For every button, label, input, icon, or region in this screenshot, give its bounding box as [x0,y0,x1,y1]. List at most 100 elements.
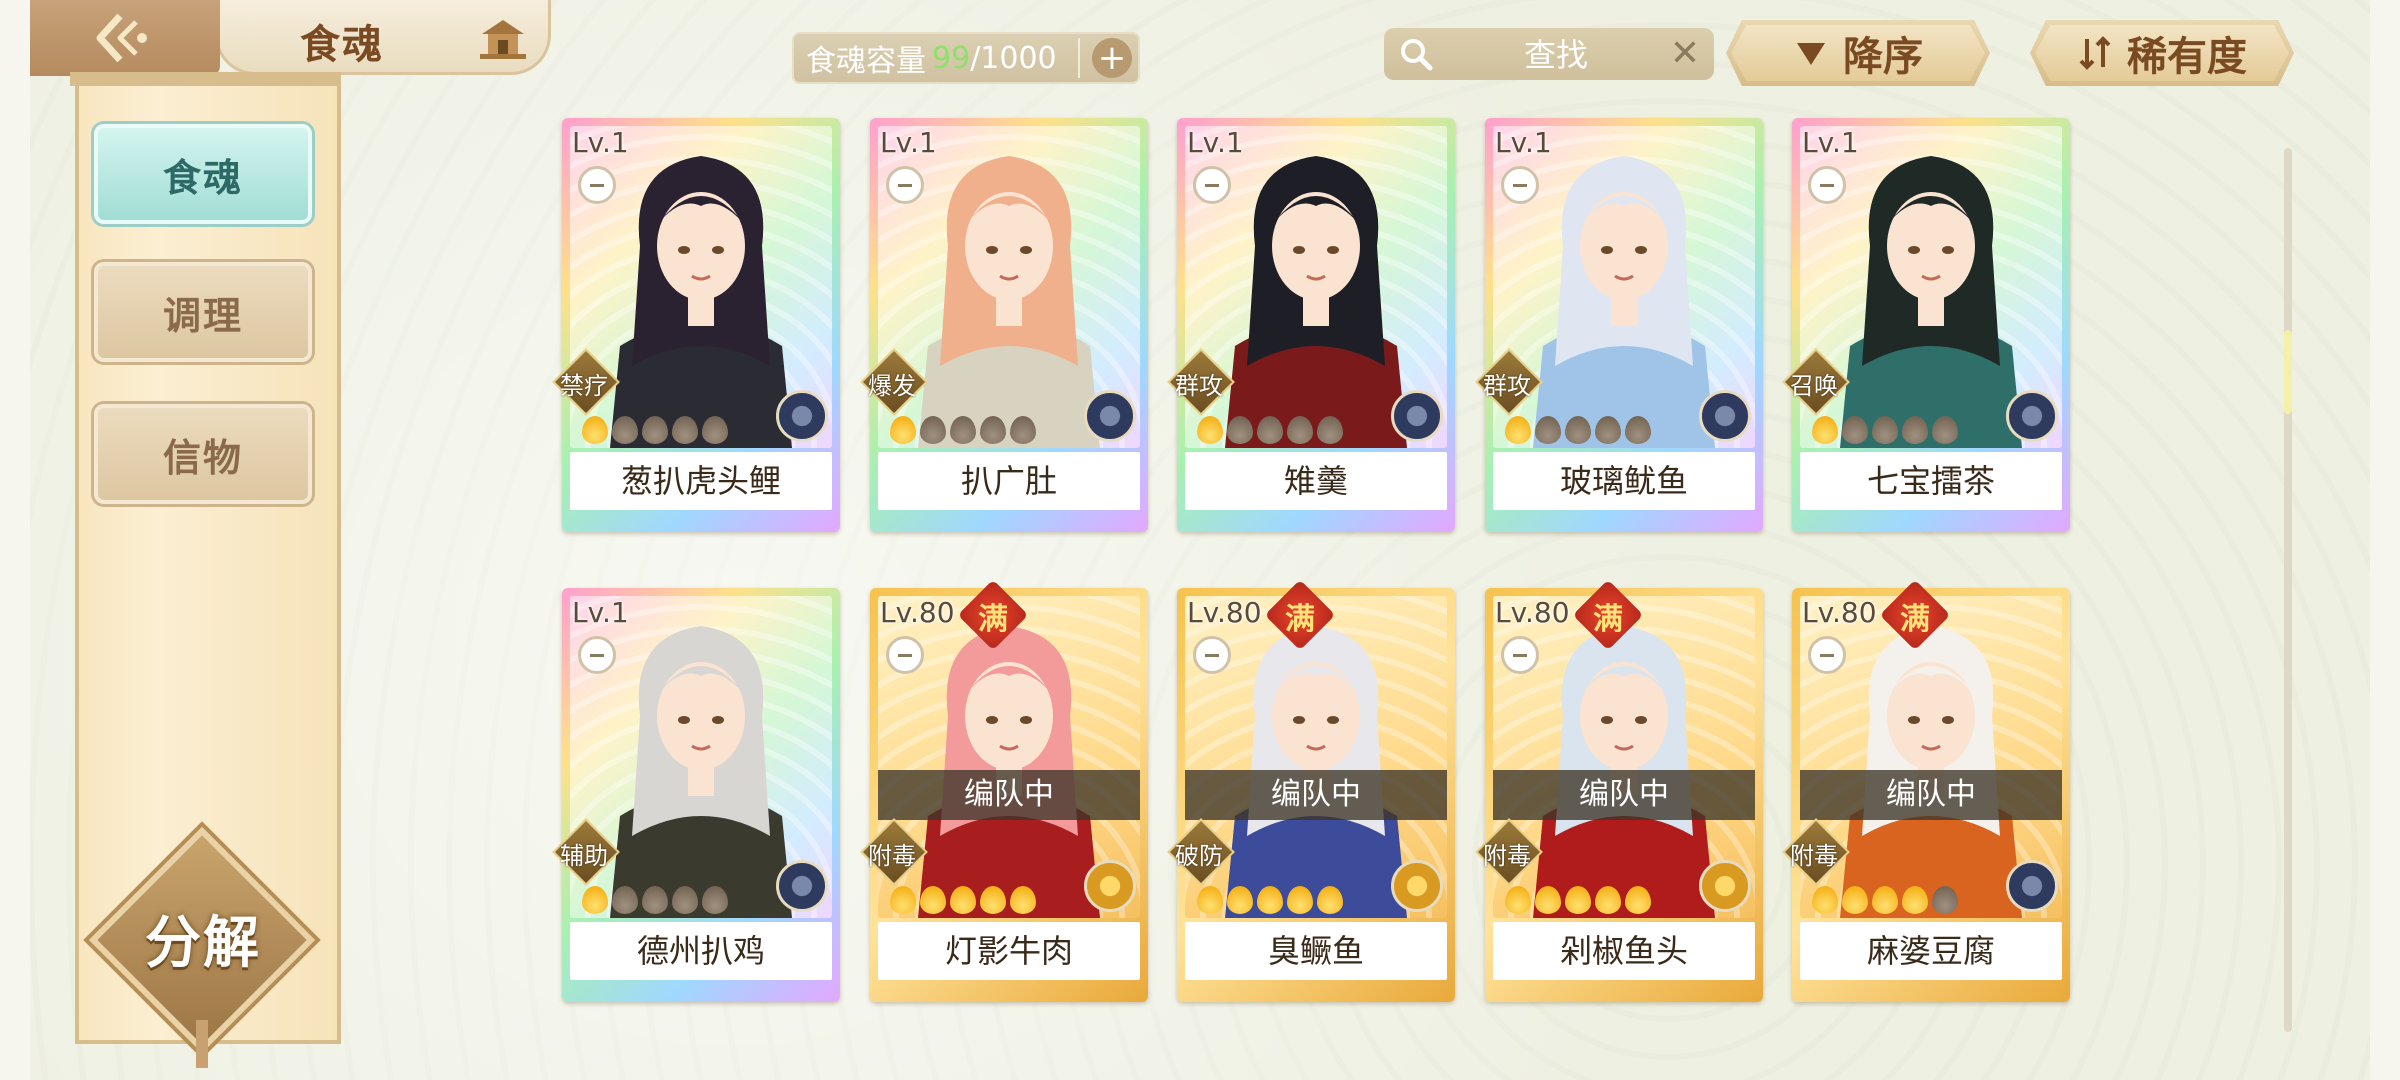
lock-toggle-icon[interactable] [1193,166,1231,204]
food-soul-card[interactable]: Lv.1 群攻 玻璃鱿鱼 [1475,118,1763,532]
card-level: Lv.1 [572,126,629,159]
flame-star-icon [1812,886,1838,914]
lock-toggle-icon[interactable] [1193,636,1231,674]
tab-food-soul[interactable]: 食魂 [94,124,312,224]
flame-star-icon [1227,416,1253,444]
flame-star-icon [702,886,728,914]
in-team-banner: 编队中 [878,770,1140,820]
capacity-separator: / [970,40,981,76]
flame-star-icon [1197,416,1223,444]
screen-edge-left [0,0,30,1080]
star-rating [1812,886,1958,914]
food-soul-card[interactable]: Lv.1 爆发 扒广肚 [860,118,1148,532]
flame-star-icon [672,416,698,444]
card-level: Lv.1 [1495,126,1552,159]
flame-star-icon [1535,886,1561,914]
element-emblem-icon [1699,860,1751,912]
home-icon [480,20,526,59]
back-button[interactable] [30,0,220,76]
role-label: 附毒 [1483,842,1531,870]
food-soul-card[interactable]: Lv.1 辅助 德州扒鸡 [552,588,840,1002]
star-rating [1812,416,1958,444]
card-name: 葱扒虎头鲤 [570,452,832,510]
sort-key-button[interactable]: 稀有度 [2030,20,2294,86]
role-label: 破防 [1175,842,1223,870]
role-tag: 破防 [1167,818,1235,886]
capacity-max: 1000 [980,40,1057,76]
tab-cooking[interactable]: 调理 [94,262,312,362]
decompose-label: 分解 [145,911,261,976]
scrollbar-thumb[interactable] [2284,330,2292,414]
flame-star-icon [1842,886,1868,914]
in-team-banner: 编队中 [1185,770,1447,820]
card-level: Lv.80 [880,596,955,629]
flame-star-icon [890,416,916,444]
lock-toggle-icon[interactable] [1501,636,1539,674]
role-tag: 爆发 [860,348,928,416]
food-soul-card[interactable]: Lv.80 满编队中 破防 臭鳜鱼 [1167,579,1455,1002]
card-name: 麻婆豆腐 [1800,922,2062,980]
food-soul-card[interactable]: Lv.1 禁疗 葱扒虎头鲤 [552,118,840,532]
card-level: Lv.80 [1495,596,1570,629]
lock-toggle-icon[interactable] [578,636,616,674]
card-level: Lv.80 [1187,596,1262,629]
lock-toggle-icon[interactable] [578,166,616,204]
food-soul-card[interactable]: Lv.1 群攻 雉羹 [1167,118,1455,532]
sort-key-label: 稀有度 [2127,34,2247,80]
flame-star-icon [1535,416,1561,444]
page-title: 食魂 [300,22,384,68]
star-rating [1505,886,1651,914]
in-team-banner: 编队中 [1493,770,1755,820]
card-level: Lv.1 [572,596,629,629]
lock-toggle-icon[interactable] [1808,166,1846,204]
tab-token[interactable]: 信物 [94,404,312,504]
role-label: 群攻 [1483,372,1531,400]
card-name: 扒广肚 [878,452,1140,510]
sort-order-button[interactable]: 降序 [1726,20,1990,86]
flame-star-icon [980,416,1006,444]
scrollbar-track[interactable] [2284,148,2292,1032]
food-soul-card[interactable]: Lv.80 满编队中 附毒 剁椒鱼头 [1475,579,1763,1002]
sort-order-label: 降序 [1843,34,1923,80]
element-emblem-icon [1391,860,1443,912]
flame-star-icon [1902,886,1928,914]
flame-star-icon [612,416,638,444]
lock-toggle-icon[interactable] [886,636,924,674]
element-emblem-icon [1084,390,1136,442]
flame-star-icon [920,416,946,444]
card-name: 雉羹 [1185,452,1447,510]
lock-toggle-icon[interactable] [1808,636,1846,674]
element-emblem-icon [776,390,828,442]
add-capacity-button[interactable]: + [1092,38,1132,78]
close-icon[interactable]: ✕ [1670,35,1700,73]
flame-star-icon [1010,416,1036,444]
home-button[interactable] [478,14,528,62]
star-rating [1505,416,1651,444]
flame-star-icon [1317,416,1343,444]
food-soul-card[interactable]: Lv.80 满编队中 附毒 灯影牛肉 [860,579,1148,1002]
star-rating [890,416,1036,444]
flame-star-icon [1287,886,1313,914]
food-soul-card[interactable]: Lv.80 满编队中 附毒 麻婆豆腐 [1782,579,2070,1002]
capacity-current: 99 [932,40,971,76]
in-team-banner: 编队中 [1800,770,2062,820]
search-input[interactable] [1454,34,1658,76]
element-emblem-icon [2006,860,2058,912]
screen-edge-right [2370,0,2400,1080]
flame-star-icon [702,416,728,444]
flame-star-icon [582,416,608,444]
search-box: ✕ [1384,28,1714,80]
food-soul-card[interactable]: Lv.1 召唤 七宝擂茶 [1782,118,2070,532]
flame-star-icon [612,886,638,914]
flame-star-icon [1932,886,1958,914]
role-tag: 群攻 [1167,348,1235,416]
star-rating [582,886,728,914]
role-label: 附毒 [868,842,916,870]
element-emblem-icon [776,860,828,912]
flame-star-icon [1625,886,1651,914]
sort-key-content: 稀有度 [2077,24,2247,82]
lock-toggle-icon[interactable] [886,166,924,204]
lock-toggle-icon[interactable] [1501,166,1539,204]
flame-star-icon [1010,886,1036,914]
max-level-label: 满 [1593,602,1623,637]
